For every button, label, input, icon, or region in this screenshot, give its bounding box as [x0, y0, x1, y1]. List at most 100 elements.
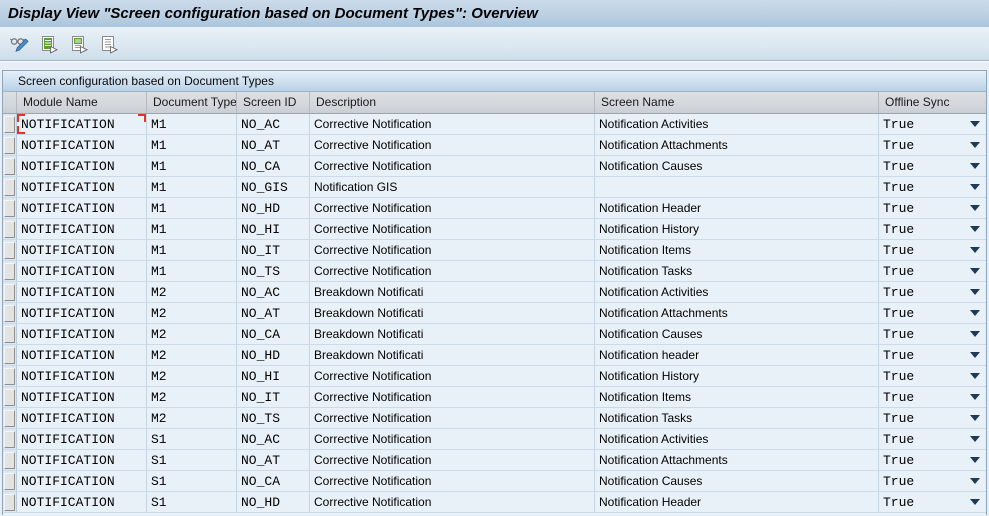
cell-screen-id[interactable]: NO_HD	[237, 198, 310, 218]
cell-screen-name[interactable]: Notification Attachments	[595, 450, 879, 470]
row-selector[interactable]	[3, 408, 17, 428]
cell-document-type[interactable]: M1	[147, 114, 237, 134]
cell-description[interactable]: Corrective Notification	[310, 408, 595, 428]
cell-document-type[interactable]: S1	[147, 450, 237, 470]
cell-screen-name[interactable]: Notification Items	[595, 240, 879, 260]
cell-document-type[interactable]: S1	[147, 492, 237, 512]
row-selector[interactable]	[3, 387, 17, 407]
row-selector[interactable]	[3, 114, 17, 134]
cell-screen-id[interactable]: NO_GIS	[237, 177, 310, 197]
row-selector-button[interactable]	[4, 263, 15, 280]
cell-document-type[interactable]: M2	[147, 345, 237, 365]
row-selector-button[interactable]	[4, 242, 15, 259]
row-selector[interactable]	[3, 324, 17, 344]
row-selector[interactable]	[3, 177, 17, 197]
dropdown-arrow-icon[interactable]	[970, 205, 980, 211]
cell-document-type[interactable]: M1	[147, 261, 237, 281]
row-selector[interactable]	[3, 198, 17, 218]
cell-document-type[interactable]: M2	[147, 324, 237, 344]
offline-sync-dropdown[interactable]: True	[879, 492, 986, 512]
cell-description[interactable]: Corrective Notification	[310, 198, 595, 218]
dropdown-arrow-icon[interactable]	[970, 247, 980, 253]
cell-document-type[interactable]: S1	[147, 471, 237, 491]
cell-description[interactable]: Corrective Notification	[310, 240, 595, 260]
row-selector[interactable]	[3, 219, 17, 239]
cell-module-name[interactable]: NOTIFICATION	[17, 387, 147, 407]
cell-module-name[interactable]: NOTIFICATION	[17, 324, 147, 344]
row-selector-button[interactable]	[4, 158, 15, 175]
offline-sync-dropdown[interactable]: True	[879, 135, 986, 155]
cell-module-name[interactable]: NOTIFICATION	[17, 282, 147, 302]
cell-document-type[interactable]: M1	[147, 156, 237, 176]
cell-screen-name[interactable]: Notification Attachments	[595, 303, 879, 323]
cell-module-name[interactable]: NOTIFICATION	[17, 219, 147, 239]
column-header-document-type[interactable]: Document Type	[147, 92, 237, 113]
cell-description[interactable]: Corrective Notification	[310, 114, 595, 134]
dropdown-arrow-icon[interactable]	[970, 499, 980, 505]
cell-document-type[interactable]: M2	[147, 366, 237, 386]
cell-screen-id[interactable]: NO_CA	[237, 324, 310, 344]
offline-sync-dropdown[interactable]: True	[879, 156, 986, 176]
cell-description[interactable]: Breakdown Notificati	[310, 282, 595, 302]
offline-sync-dropdown[interactable]: True	[879, 366, 986, 386]
offline-sync-dropdown[interactable]: True	[879, 198, 986, 218]
row-selector[interactable]	[3, 261, 17, 281]
display-change-toggle-button[interactable]	[7, 32, 31, 56]
cell-document-type[interactable]: M2	[147, 408, 237, 428]
offline-sync-dropdown[interactable]: True	[879, 303, 986, 323]
row-selector[interactable]	[3, 429, 17, 449]
cell-screen-id[interactable]: NO_HD	[237, 345, 310, 365]
cell-screen-name[interactable]: Notification Causes	[595, 156, 879, 176]
cell-module-name[interactable]: NOTIFICATION	[17, 408, 147, 428]
cell-screen-id[interactable]: NO_HD	[237, 492, 310, 512]
cell-screen-name[interactable]: Notification Activities	[595, 282, 879, 302]
select-all-corner[interactable]	[3, 92, 17, 113]
cell-screen-name[interactable]: Notification Header	[595, 492, 879, 512]
offline-sync-dropdown[interactable]: True	[879, 471, 986, 491]
cell-module-name[interactable]: NOTIFICATION	[17, 471, 147, 491]
dropdown-arrow-icon[interactable]	[970, 268, 980, 274]
cell-screen-name[interactable]: Notification Items	[595, 387, 879, 407]
cell-screen-name[interactable]: Notification Tasks	[595, 408, 879, 428]
list-full-green-arrow-button[interactable]	[37, 32, 61, 56]
cell-description[interactable]: Breakdown Notificati	[310, 345, 595, 365]
row-selector-button[interactable]	[4, 347, 15, 364]
row-selector-button[interactable]	[4, 452, 15, 469]
dropdown-arrow-icon[interactable]	[970, 373, 980, 379]
cell-module-name[interactable]: NOTIFICATION	[17, 366, 147, 386]
row-selector-button[interactable]	[4, 200, 15, 217]
cell-screen-name[interactable]	[595, 177, 879, 197]
offline-sync-dropdown[interactable]: True	[879, 387, 986, 407]
dropdown-arrow-icon[interactable]	[970, 331, 980, 337]
row-selector-button[interactable]	[4, 179, 15, 196]
column-header-screen-name[interactable]: Screen Name	[595, 92, 879, 113]
cell-description[interactable]: Corrective Notification	[310, 492, 595, 512]
cell-module-name[interactable]: NOTIFICATION	[17, 135, 147, 155]
row-selector-button[interactable]	[4, 368, 15, 385]
column-header-description[interactable]: Description	[310, 92, 595, 113]
cell-screen-name[interactable]: Notification Activities	[595, 114, 879, 134]
dropdown-arrow-icon[interactable]	[970, 121, 980, 127]
offline-sync-dropdown[interactable]: True	[879, 429, 986, 449]
cell-document-type[interactable]: M1	[147, 135, 237, 155]
cell-description[interactable]: Breakdown Notificati	[310, 324, 595, 344]
cell-screen-id[interactable]: NO_TS	[237, 408, 310, 428]
dropdown-arrow-icon[interactable]	[970, 352, 980, 358]
offline-sync-dropdown[interactable]: True	[879, 240, 986, 260]
row-selector-button[interactable]	[4, 221, 15, 238]
cell-description[interactable]: Corrective Notification	[310, 261, 595, 281]
cell-screen-id[interactable]: NO_AT	[237, 303, 310, 323]
cell-screen-name[interactable]: Notification Header	[595, 198, 879, 218]
offline-sync-dropdown[interactable]: True	[879, 261, 986, 281]
cell-description[interactable]: Corrective Notification	[310, 471, 595, 491]
row-selector-button[interactable]	[4, 473, 15, 490]
cell-module-name[interactable]: NOTIFICATION	[17, 198, 147, 218]
cell-module-name[interactable]: NOTIFICATION	[17, 156, 147, 176]
list-plain-arrow-button[interactable]	[97, 32, 121, 56]
offline-sync-dropdown[interactable]: True	[879, 177, 986, 197]
cell-screen-name[interactable]: Notification Causes	[595, 324, 879, 344]
dropdown-arrow-icon[interactable]	[970, 142, 980, 148]
row-selector[interactable]	[3, 450, 17, 470]
dropdown-arrow-icon[interactable]	[970, 289, 980, 295]
cell-screen-name[interactable]: Notification History	[595, 366, 879, 386]
